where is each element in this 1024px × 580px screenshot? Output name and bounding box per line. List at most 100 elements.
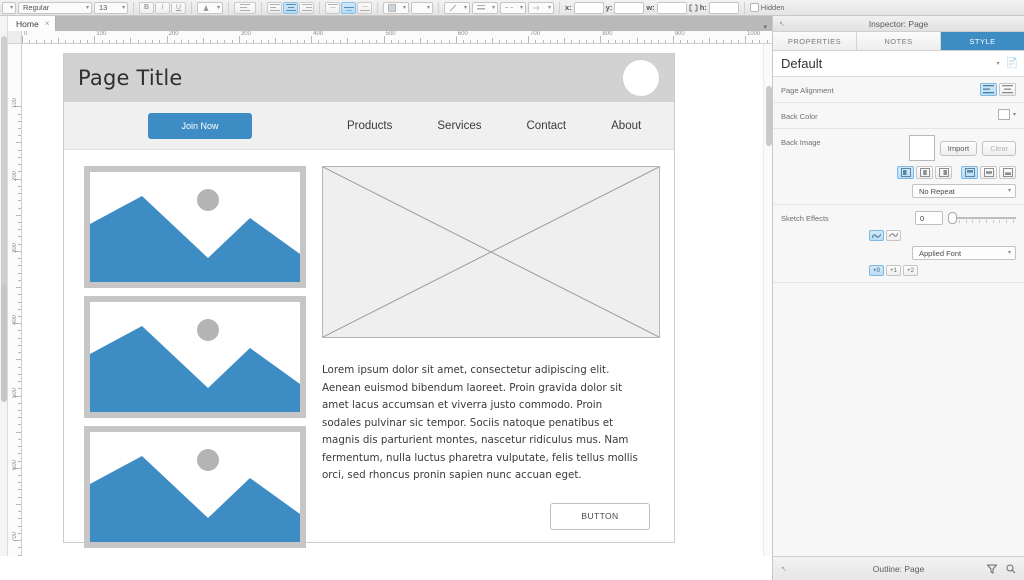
collapse-icon[interactable]: ↖	[781, 565, 787, 573]
align-left-button[interactable]	[267, 1, 282, 14]
join-now-button[interactable]: Join Now	[148, 112, 252, 139]
sketch-style-a-button[interactable]	[869, 230, 884, 241]
indent-button[interactable]	[234, 1, 256, 14]
back-image-align-bottom-button[interactable]	[999, 166, 1016, 179]
ruler-label: 300	[240, 31, 251, 37]
image-placeholder-thumb[interactable]	[84, 296, 306, 418]
new-style-icon[interactable]: 📄	[1006, 58, 1018, 69]
back-color-picker[interactable]: ▾	[997, 109, 1016, 120]
image-placeholder-large[interactable]	[322, 166, 660, 338]
nav-link-about[interactable]: About	[611, 120, 641, 132]
left-scrollbar-thumb-lower[interactable]	[1, 284, 7, 402]
font-style-dropdown[interactable]: Regular ▾	[18, 1, 92, 14]
cta-button[interactable]: BUTTON	[550, 502, 650, 530]
outline-status-bar: ↖ Outline: Page	[772, 556, 1024, 580]
sketch-size-0-button[interactable]: +0	[869, 265, 884, 276]
tab-home[interactable]: Home ×	[8, 16, 57, 31]
avatar[interactable]	[622, 59, 660, 97]
arrow-style-dropdown[interactable]: ▾	[528, 1, 554, 14]
nav-link-products[interactable]: Products	[347, 120, 392, 132]
back-image-align-right-button[interactable]	[935, 166, 952, 179]
ruler-tick-minor	[347, 38, 349, 43]
back-color-swatch[interactable]	[997, 109, 1010, 120]
sketch-style-b-button[interactable]	[886, 230, 901, 241]
sketch-amount-input[interactable]: 0	[915, 211, 943, 225]
nav-link-contact[interactable]: Contact	[527, 120, 567, 132]
text-color-dropdown[interactable]: ▾	[197, 1, 223, 14]
back-image-preview[interactable]	[908, 135, 935, 161]
ruler-tick-minor	[361, 40, 363, 43]
y-input[interactable]	[614, 1, 645, 14]
image-placeholder-thumb[interactable]	[84, 426, 306, 548]
back-image-align-middle-button[interactable]	[980, 166, 997, 179]
collapse-icon[interactable]: ↖	[779, 20, 785, 28]
nav-link-services[interactable]: Services	[437, 120, 481, 132]
filter-icon[interactable]	[987, 564, 997, 574]
underline-button[interactable]: U	[171, 1, 186, 14]
page-align-left-button[interactable]	[980, 83, 997, 96]
close-icon[interactable]: ×	[45, 19, 50, 28]
canvas-vertical-scrollbar[interactable]	[763, 44, 772, 580]
page-align-center-button[interactable]	[999, 83, 1016, 96]
ruler-tick-minor	[246, 40, 248, 43]
chevron-down-icon[interactable]: ▾	[1013, 112, 1016, 118]
mockup-page[interactable]: Page Title Join Now Products Services Co…	[63, 53, 675, 548]
valign-middle-button[interactable]	[341, 1, 356, 14]
font-family-dropdown[interactable]: ▾	[2, 1, 16, 14]
align-right-button[interactable]	[299, 1, 314, 14]
ruler-tick-minor	[18, 482, 21, 484]
ruler-tick-minor	[144, 40, 146, 43]
hidden-checkbox[interactable]	[749, 3, 759, 12]
row-sketch-effects: Sketch Effects 0 Applied Font ▾ +0 +1 +2	[773, 205, 1024, 283]
chevron-down-icon[interactable]: ▾	[763, 23, 767, 31]
sketch-size-2-button[interactable]: +2	[903, 265, 918, 276]
back-image-align-left-button[interactable]	[897, 166, 914, 179]
align-center-icon	[919, 168, 930, 177]
x-input[interactable]	[573, 1, 604, 14]
align-center-button[interactable]	[283, 1, 298, 14]
tab-notes[interactable]: NOTES	[857, 32, 941, 50]
line-style-dropdown[interactable]: ▾	[444, 1, 470, 14]
left-scrollbar[interactable]	[0, 16, 8, 580]
import-button[interactable]: Import	[939, 140, 978, 156]
chevron-down-icon[interactable]: ▾	[997, 61, 1000, 67]
bold-button[interactable]: B	[139, 1, 154, 14]
sketch-amount-slider[interactable]	[948, 211, 1016, 225]
width-input[interactable]	[656, 1, 687, 14]
tab-properties[interactable]: PROPERTIES	[773, 32, 857, 50]
canvas-scrollbar-thumb[interactable]	[765, 86, 772, 146]
design-canvas[interactable]: Page Title Join Now Products Services Co…	[22, 44, 772, 580]
font-style-value: Regular	[23, 2, 50, 12]
chevron-down-icon: ▾	[491, 4, 495, 11]
link-dimensions-icon[interactable]	[689, 4, 698, 12]
chevron-down-icon: ▾	[402, 4, 406, 11]
left-scrollbar-thumb-upper[interactable]	[1, 36, 7, 296]
ruler-tick-minor	[275, 38, 277, 43]
valign-bottom-button[interactable]	[357, 1, 372, 14]
sketch-font-value: Applied Font	[919, 248, 962, 258]
slider-knob[interactable]	[948, 212, 957, 224]
ruler-label: 900	[674, 31, 685, 37]
border-style-dropdown[interactable]: ▾	[411, 1, 433, 14]
ruler-tick-minor	[513, 40, 515, 43]
sketch-font-dropdown[interactable]: Applied Font ▾	[912, 246, 1016, 260]
font-size-dropdown[interactable]: 13 ▾	[94, 1, 128, 14]
fill-color-dropdown[interactable]: ▾	[383, 1, 409, 14]
italic-button[interactable]: I	[155, 1, 170, 14]
search-icon[interactable]	[1006, 564, 1016, 574]
clear-button[interactable]: Clear	[982, 140, 1016, 156]
line-weight-dropdown[interactable]: ▾	[472, 1, 498, 14]
button-row: BUTTON	[322, 502, 660, 530]
back-image-repeat-dropdown[interactable]: No Repeat ▾	[912, 184, 1016, 198]
line-dash-dropdown[interactable]: ▾	[500, 1, 526, 14]
back-image-align-center-button[interactable]	[916, 166, 933, 179]
back-image-align-top-button[interactable]	[961, 166, 978, 179]
sketch-size-1-button[interactable]: +1	[886, 265, 901, 276]
valign-top-button[interactable]	[325, 1, 340, 14]
image-placeholder-thumb[interactable]	[84, 166, 306, 288]
row-back-color: Back Color ▾	[773, 103, 1024, 129]
toolbar-divider	[559, 1, 560, 14]
height-input[interactable]	[708, 1, 739, 14]
tab-style[interactable]: STYLE	[941, 32, 1024, 50]
horizontal-ruler: 0 100 200 300 400 500 600 700 800 900 1000	[22, 31, 772, 44]
